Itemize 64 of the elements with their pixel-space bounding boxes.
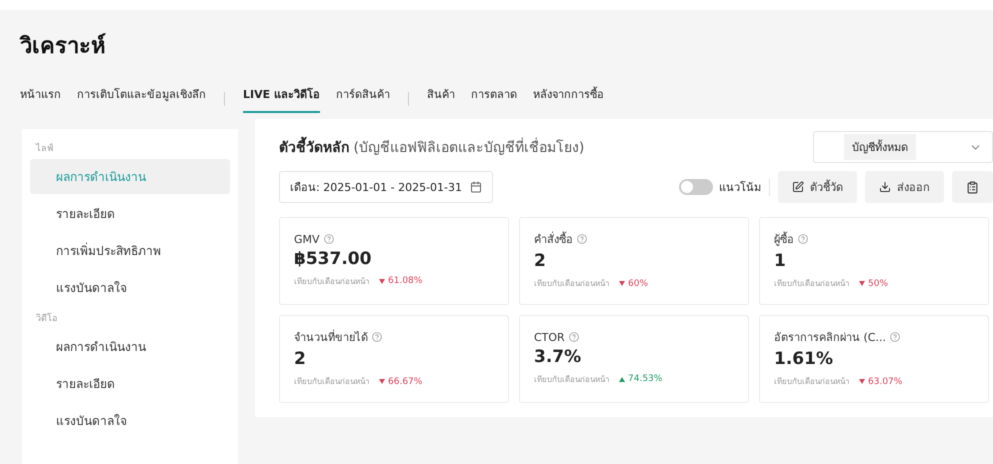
metric-value: 3.7% xyxy=(534,346,582,366)
sidebar-item[interactable]: รายละเอียด xyxy=(30,366,230,401)
metric-value: 1 xyxy=(774,251,787,271)
compare-label: เทียบกับเดือนก่อนหน้า xyxy=(534,374,609,386)
help-icon xyxy=(890,332,900,342)
section-label: ไลฟ์ xyxy=(34,142,54,156)
sidebar-item[interactable]: แรงบันดาลใจ xyxy=(30,403,230,438)
toggle-label: แนวโน้ม xyxy=(719,180,761,196)
change-value: 61.08% xyxy=(379,276,422,286)
date-range-field[interactable]: เดือน: 2025-01-01 - 2025-01-31 xyxy=(279,171,494,203)
download-icon xyxy=(879,181,891,193)
nav-tab[interactable]: หลังจากการซื้อ xyxy=(532,85,604,113)
change-value: 63.07% xyxy=(859,376,902,386)
compare-label: เทียบกับเดือนก่อนหน้า xyxy=(774,278,849,290)
metric-title: CTOR xyxy=(534,330,565,344)
help-icon xyxy=(577,234,587,244)
compare-label: เทียบกับเดือนก่อนหน้า xyxy=(294,276,369,288)
metric-title: อัตราการคลิกผ่าน (C... xyxy=(774,330,886,346)
nav-tab[interactable]: การตลาด xyxy=(470,85,517,113)
down-triangle-icon xyxy=(859,281,865,286)
compare-label: เทียบกับเดือนก่อนหน้า xyxy=(774,376,849,388)
nav-tab[interactable]: การ์ดสินค้า xyxy=(336,85,390,113)
metric-value: 1.61% xyxy=(774,349,834,369)
metric-value: 2 xyxy=(294,349,307,369)
down-triangle-icon xyxy=(379,379,385,384)
edit-icon xyxy=(792,181,804,193)
metric-title: จำนวนที่ขายได้ xyxy=(294,328,368,346)
nav-tab[interactable]: LIVE และวิดีโอ xyxy=(243,85,320,113)
nav-tab[interactable]: หน้าแรก xyxy=(20,85,61,113)
help-icon xyxy=(798,234,808,244)
sidebar-item[interactable]: รายละเอียด xyxy=(30,196,230,231)
trend-toggle[interactable] xyxy=(679,179,713,195)
metric-title: GMV xyxy=(294,232,320,246)
metric-value: ฿537.00 xyxy=(294,248,372,268)
metric-title: ผู้ซื้อ xyxy=(774,230,794,248)
toolbar-button[interactable]: ตัวชี้วัด xyxy=(778,171,857,203)
down-triangle-icon xyxy=(379,278,385,284)
page-title: วิเคราะห์ xyxy=(20,32,107,61)
change-value: 50% xyxy=(859,278,888,288)
section-label: วิดีโอ xyxy=(35,312,58,326)
sidebar-item[interactable]: การเพิ่มประสิทธิภาพ xyxy=(30,233,230,268)
help-icon xyxy=(568,332,579,342)
clipboard-icon xyxy=(966,180,979,194)
icon-button[interactable] xyxy=(952,171,993,203)
down-triangle-icon xyxy=(859,379,865,384)
compare-label: เทียบกับเดือนก่อนหน้า xyxy=(534,278,609,290)
change-value: 74.53% xyxy=(619,374,662,384)
section-title: ตัวชี้วัดหลัก (บัญชีแอฟฟิลิเอตและบัญชีที่เชื่อมโยง) xyxy=(279,136,584,158)
change-value: 60% xyxy=(619,278,648,288)
sidebar-item[interactable]: ผลการดำเนินงาน xyxy=(30,329,230,364)
help-icon xyxy=(372,332,382,342)
account-select[interactable]: บัญชีทั้งหมด xyxy=(813,131,993,163)
sidebar-item[interactable]: แรงบันดาลใจ xyxy=(30,270,230,305)
compare-label: เทียบกับเดือนก่อนหน้า xyxy=(294,376,369,388)
nav-tab[interactable]: การเติบโตและข้อมูลเชิงลึก xyxy=(77,85,206,113)
up-triangle-icon xyxy=(619,376,625,382)
metric-title: คำสั่งซื้อ xyxy=(534,230,573,248)
down-triangle-icon xyxy=(619,281,625,286)
change-value: 66.67% xyxy=(379,376,422,386)
nav-tab[interactable]: สินค้า xyxy=(426,85,455,113)
help-icon xyxy=(324,234,334,244)
toolbar-button[interactable]: ส่งออก xyxy=(865,171,944,203)
metric-value: 2 xyxy=(534,251,547,271)
calendar-icon xyxy=(470,181,482,193)
